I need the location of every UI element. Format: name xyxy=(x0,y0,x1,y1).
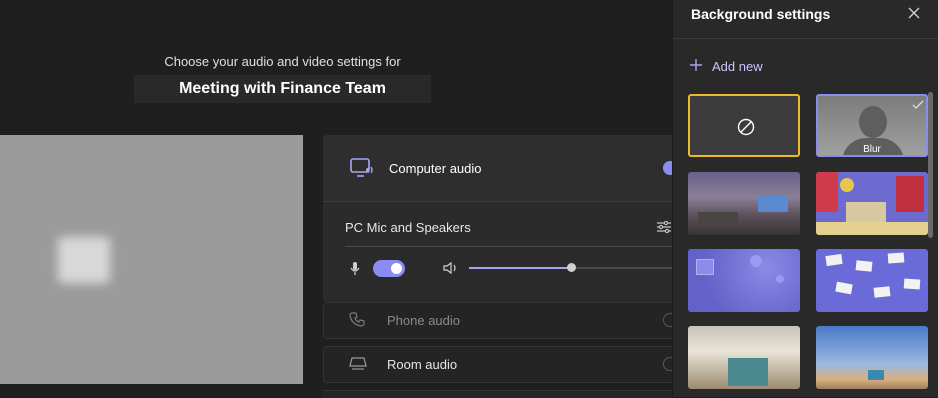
bubble-2 xyxy=(776,275,784,283)
device-label[interactable]: PC Mic and Speakers xyxy=(345,220,471,235)
computer-audio-label: Computer audio xyxy=(389,161,482,176)
background-none[interactable] xyxy=(688,94,800,157)
add-new-label: Add new xyxy=(712,59,763,74)
phone-icon xyxy=(349,312,365,327)
panel-title: Background settings xyxy=(691,6,831,22)
bookshelf-floor xyxy=(816,222,928,235)
microphone-toggle[interactable] xyxy=(373,260,405,277)
post-it-2 xyxy=(855,260,873,272)
checkmark-icon xyxy=(912,100,924,109)
background-blur[interactable]: Blur xyxy=(816,94,928,157)
bookshelf-red-panel xyxy=(896,176,924,212)
phone-audio-label: Phone audio xyxy=(387,313,461,328)
post-it-6 xyxy=(903,278,921,290)
room-audio-option[interactable] xyxy=(323,346,672,383)
add-new-button[interactable]: Add new xyxy=(689,56,789,76)
microphone-icon xyxy=(350,262,360,275)
device-settings-icon[interactable] xyxy=(656,220,672,234)
phone-audio-option[interactable] xyxy=(323,302,672,339)
post-it-5 xyxy=(873,286,891,298)
background-office-loft[interactable] xyxy=(688,326,800,389)
living-room-sofa xyxy=(698,212,738,224)
video-preview-blurred-subject xyxy=(58,237,110,283)
office-loft-lockers xyxy=(728,358,768,386)
computer-audio-option[interactable] xyxy=(323,135,672,202)
pre-join-screen: Choose your audio and video settings for… xyxy=(0,0,677,398)
computer-audio-icon xyxy=(350,158,373,177)
blur-label: Blur xyxy=(863,144,881,155)
meeting-title: Meeting with Finance Team xyxy=(134,75,431,103)
close-icon[interactable] xyxy=(908,7,920,19)
panel-divider xyxy=(673,38,938,39)
background-purple-bubbles[interactable] xyxy=(688,249,800,312)
video-preview xyxy=(0,135,303,384)
audio-settings-panel xyxy=(323,135,672,302)
post-it-3 xyxy=(887,252,905,264)
subtitle: Choose your audio and video settings for xyxy=(164,54,401,69)
no-background-icon xyxy=(737,118,755,136)
volume-slider-thumb[interactable] xyxy=(566,263,576,272)
post-it-4 xyxy=(835,281,853,295)
post-it-1 xyxy=(825,253,843,267)
background-living-room[interactable] xyxy=(688,172,800,235)
toggle-knob xyxy=(391,263,402,274)
background-settings-panel: Background settings Add new Blur xyxy=(672,0,938,397)
bookshelf-yellow-circle xyxy=(840,178,854,192)
bookshelf-red-wall xyxy=(816,172,838,212)
bubble-sticker xyxy=(696,259,714,275)
bookshelf-books xyxy=(846,202,886,222)
volume-slider-fill xyxy=(469,267,571,269)
volume-slider[interactable] xyxy=(469,263,672,272)
plus-icon xyxy=(690,59,702,71)
panel-scrollbar[interactable] xyxy=(928,92,933,238)
living-room-window xyxy=(758,196,788,212)
blur-person-silhouette xyxy=(859,106,887,138)
background-bookshelf-room[interactable] xyxy=(816,172,928,235)
background-post-it-wall[interactable] xyxy=(816,249,928,312)
bubble-1 xyxy=(750,255,762,267)
room-audio-icon xyxy=(349,357,367,370)
background-beach[interactable] xyxy=(816,326,928,389)
beach-hut xyxy=(868,370,884,380)
device-divider xyxy=(345,246,672,247)
room-audio-label: Room audio xyxy=(387,357,458,372)
speaker-icon xyxy=(443,261,456,275)
